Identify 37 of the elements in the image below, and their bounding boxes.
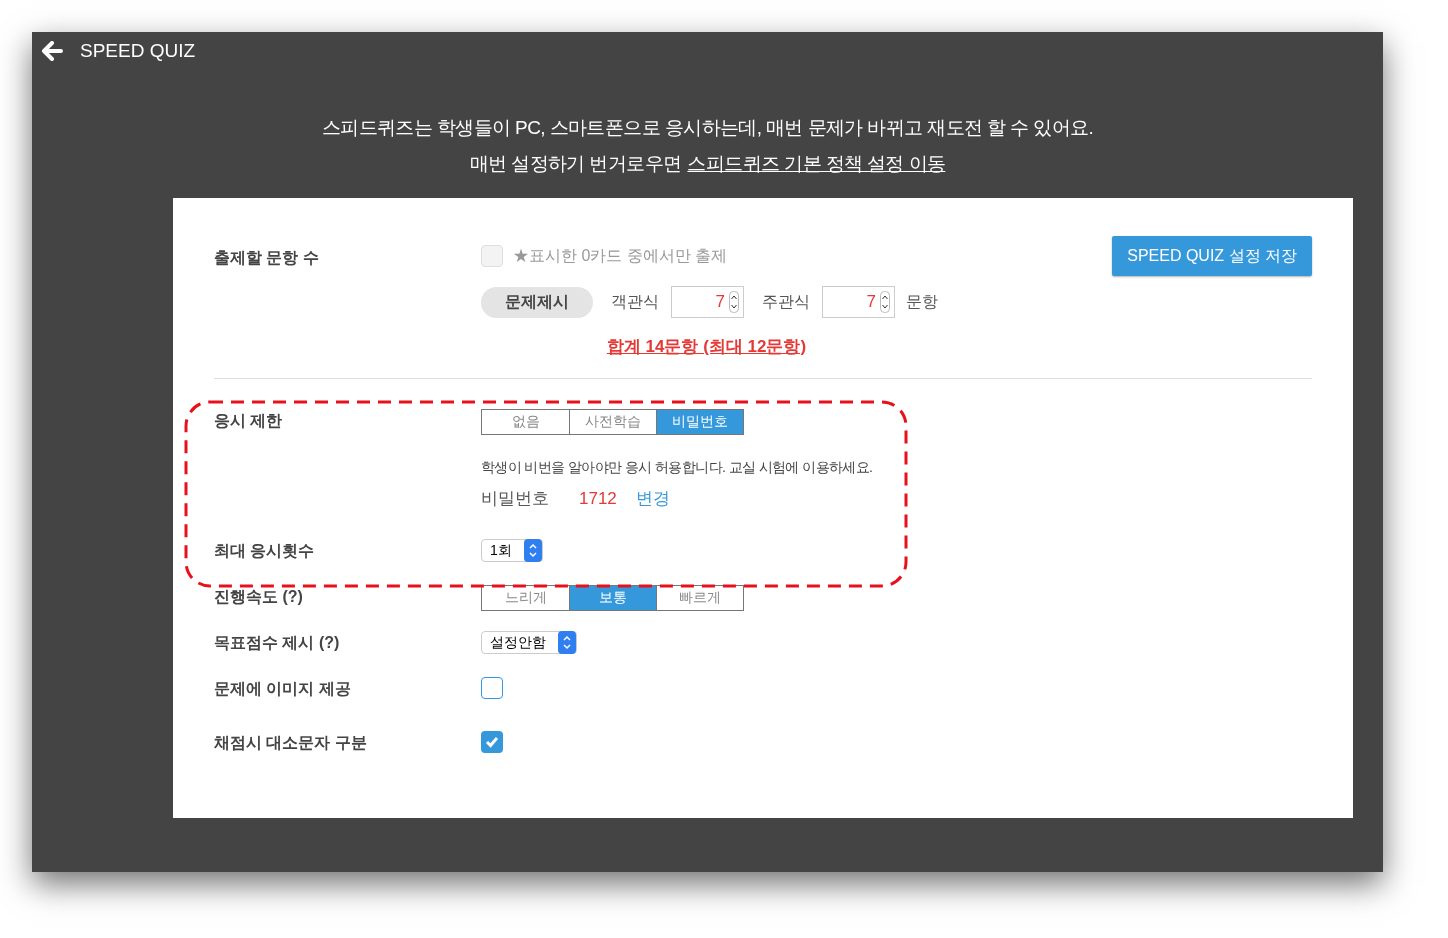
number-field[interactable]: 7 <box>822 286 895 318</box>
setting-label: 최대 응시횟수 <box>214 540 316 561</box>
present-button[interactable]: 문제제시 <box>481 286 593 318</box>
settings-link[interactable]: 스피드퀴즈 기본 정책 설정 이동 <box>687 146 946 182</box>
select-dropdown[interactable]: 설정안함 <box>481 630 577 654</box>
setting-label: 진행속도 (?) <box>214 586 304 607</box>
unit-label: 문항 <box>906 292 938 312</box>
page-title: SPEED QUIZ <box>80 38 196 63</box>
setting-label: 목표점수 제시 (?) <box>214 632 341 653</box>
number-field[interactable]: 7 <box>671 286 744 318</box>
spinner-icon[interactable] <box>880 291 890 313</box>
field-label: 비밀번호 <box>481 487 549 510</box>
change-link[interactable]: 변경 <box>635 485 670 511</box>
checkbox-label: ★표시한 0카드 중에서만 출제 <box>513 246 728 266</box>
setting-label: 응시 제한 <box>214 410 284 431</box>
spinner-icon[interactable] <box>729 291 739 313</box>
field-label: 주관식 <box>762 292 810 312</box>
setting-label: 채점시 대소문자 구분 <box>214 732 368 753</box>
intro-text: 매번 설정하기 번거로우면 <box>469 152 682 176</box>
checkbox[interactable] <box>481 676 503 699</box>
save-button[interactable]: SPEED QUIZ 설정 저장 <box>1112 236 1312 276</box>
password-value: 1712 <box>579 487 617 510</box>
total-warning: 합계 14문항 (최대 12문항) <box>606 336 807 358</box>
intro-text: 스피드퀴즈는 학생들이 PC, 스마트폰으로 응시하는데, 매번 문제가 바뀌고 재도전 할 수 있어요. <box>321 116 1094 140</box>
description-text: 학생이 비번을 알아야만 응시 허용합니다. 교실 시험에 이용하세요. <box>481 457 873 477</box>
select-dropdown[interactable]: 1회 <box>481 538 543 562</box>
chevron-updown-icon <box>523 538 542 562</box>
back-arrow-icon <box>41 41 63 61</box>
segment-tab[interactable]: 보통 <box>569 585 656 610</box>
checkmark-icon <box>485 735 499 748</box>
segment-tab[interactable]: 비밀번호 <box>656 409 743 434</box>
field-label: 객관식 <box>611 292 659 312</box>
setting-label: 문제에 이미지 제공 <box>214 678 352 699</box>
setting-label: 출제할 문항 수 <box>214 248 320 268</box>
back-button[interactable] <box>40 39 64 63</box>
checkbox[interactable] <box>481 730 503 753</box>
chevron-updown-icon <box>558 630 576 654</box>
